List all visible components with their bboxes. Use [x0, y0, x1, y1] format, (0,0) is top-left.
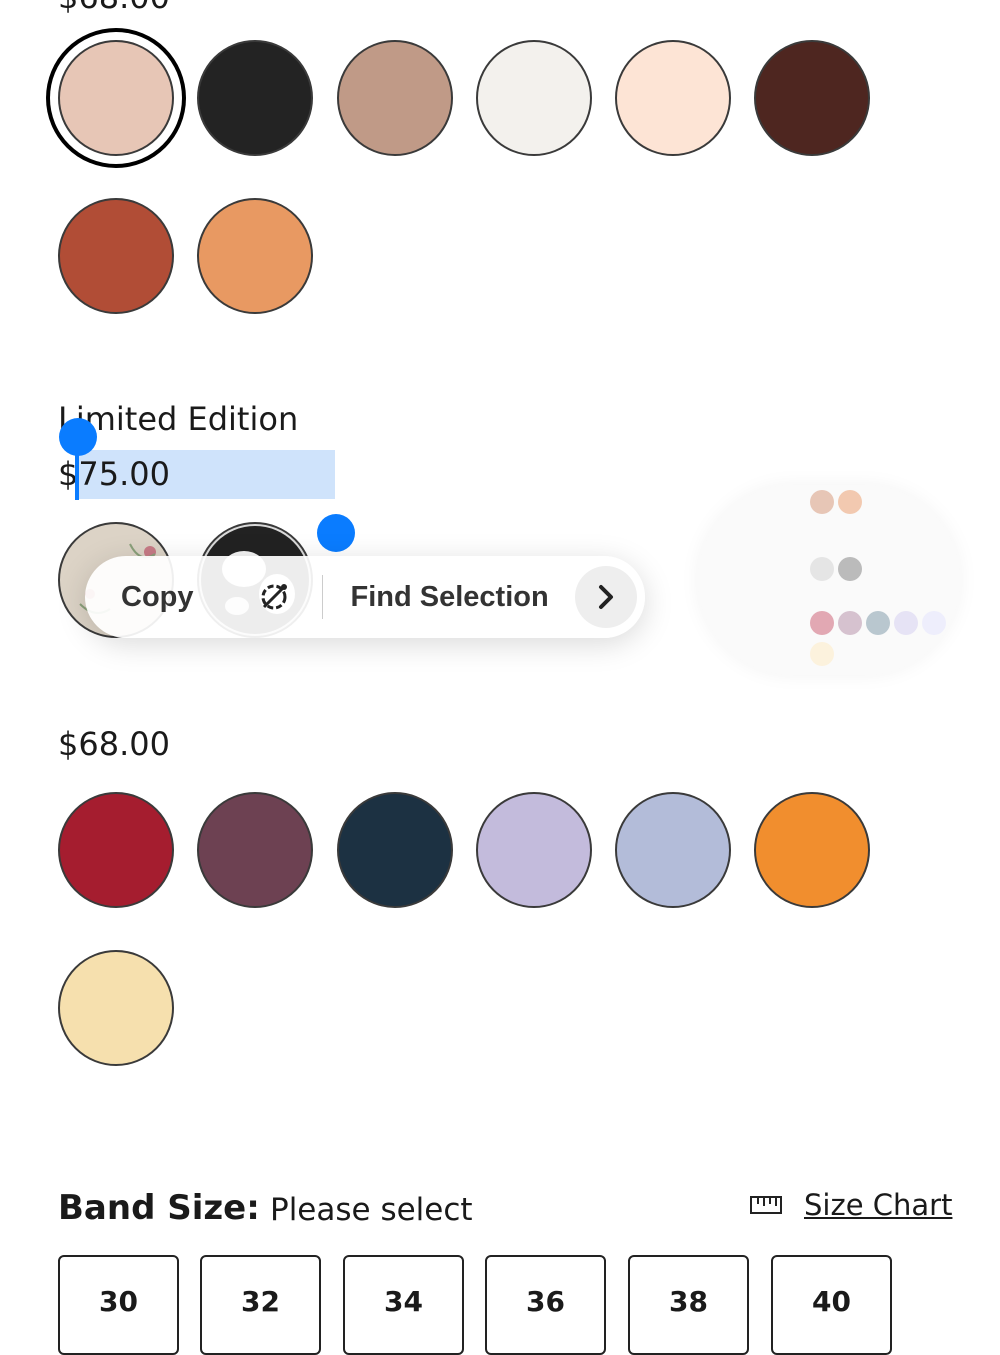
mini-swatch	[810, 642, 834, 666]
writing-tools-icon[interactable]	[254, 577, 294, 617]
color-swatch-orange[interactable]	[754, 792, 870, 908]
mini-swatch	[838, 490, 862, 514]
text-selection-menu: Copy Find Selection	[85, 556, 645, 638]
mini-swatch	[810, 611, 834, 635]
size-option-36[interactable]: 36	[485, 1255, 606, 1355]
color-swatch-apricot[interactable]	[197, 198, 313, 314]
mini-swatch	[810, 490, 834, 514]
size-option-30[interactable]: 30	[58, 1255, 179, 1355]
selection-start-handle[interactable]	[59, 418, 97, 456]
mini-swatch	[838, 611, 862, 635]
price-top: $68.00	[58, 0, 170, 16]
size-option-38[interactable]: 38	[628, 1255, 749, 1355]
color-swatch-espresso[interactable]	[754, 40, 870, 156]
mini-swatch	[866, 611, 890, 635]
color-swatch-lavender[interactable]	[476, 792, 592, 908]
price-standard: $68.00	[58, 725, 170, 763]
mini-swatch	[810, 557, 834, 581]
selection-end-handle[interactable]	[317, 514, 355, 552]
menu-divider	[321, 575, 323, 619]
size-option-40[interactable]: 40	[771, 1255, 892, 1355]
color-swatch-butter[interactable]	[58, 950, 174, 1066]
color-swatch-peach[interactable]	[615, 40, 731, 156]
size-chart-link[interactable]: Size Chart	[750, 1188, 952, 1222]
color-swatch-black[interactable]	[197, 40, 313, 156]
selection-magnifier	[698, 485, 960, 675]
color-swatch-white[interactable]	[476, 40, 592, 156]
color-swatch-mocha[interactable]	[337, 40, 453, 156]
more-options-button[interactable]	[574, 566, 637, 628]
size-chart-label[interactable]: Size Chart	[804, 1188, 952, 1222]
band-size-value: Please select	[270, 1192, 473, 1228]
chevron-right-icon	[598, 585, 613, 609]
band-size-title: Band Size:	[58, 1188, 260, 1228]
ruler-icon	[750, 1196, 782, 1214]
find-selection-button[interactable]: Find Selection	[351, 581, 549, 614]
mini-swatch	[894, 611, 918, 635]
color-swatch-blush[interactable]	[58, 40, 174, 156]
copy-button[interactable]: Copy	[121, 581, 194, 614]
color-swatch-crimson[interactable]	[58, 792, 174, 908]
color-swatch-periwinkle[interactable]	[615, 792, 731, 908]
color-swatch-navy[interactable]	[337, 792, 453, 908]
size-option-34[interactable]: 34	[343, 1255, 464, 1355]
size-option-32[interactable]: 32	[200, 1255, 321, 1355]
mini-swatch	[922, 611, 946, 635]
color-swatch-plum[interactable]	[197, 792, 313, 908]
selection-caret	[75, 450, 79, 500]
mini-swatch	[838, 557, 862, 581]
color-swatch-rust[interactable]	[58, 198, 174, 314]
